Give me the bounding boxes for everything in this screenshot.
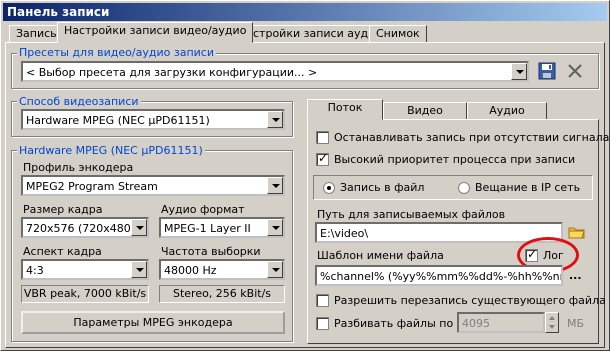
broadcast-ip-label[interactable]: Вещание в IP сеть xyxy=(475,181,580,194)
allow-overwrite-checkbox[interactable] xyxy=(316,294,329,307)
broadcast-ip-radio[interactable] xyxy=(458,182,470,194)
presets-group-label: Пресеты для видео/аудио записи xyxy=(17,46,216,59)
allow-overwrite-label[interactable]: Разрешить перезапись существующего файла xyxy=(334,294,606,307)
path-input[interactable]: E:\video\ xyxy=(315,222,563,243)
audio-format-select[interactable]: MPEG-1 Layer II xyxy=(159,217,285,238)
chevron-down-icon[interactable] xyxy=(511,63,527,80)
sample-rate-select[interactable]: 48000 Hz xyxy=(159,259,285,280)
aspect-select[interactable]: 4:3 xyxy=(21,259,149,280)
close-x-icon[interactable] xyxy=(566,62,584,80)
template-label: Шаблон имени файла xyxy=(317,249,444,262)
tab-stream[interactable]: Поток xyxy=(307,99,383,120)
chevron-down-icon[interactable] xyxy=(267,111,283,128)
video-bitrate-info: VBR peak, 7000 kBit/s xyxy=(21,285,149,303)
capture-method-group-label: Способ видеозаписи xyxy=(17,95,141,108)
aspect-value: 4:3 xyxy=(26,264,44,277)
preset-select[interactable]: < Выбор пресета для загрузки конфигураци… xyxy=(21,61,529,82)
window-title: Панель записи xyxy=(3,3,607,21)
tab-snapshot[interactable]: Снимок xyxy=(369,25,427,43)
split-size-input[interactable]: 4095 xyxy=(457,312,545,333)
path-label: Путь для записываемых файлов xyxy=(317,208,506,221)
encoder-profile-value: MPEG2 Program Stream xyxy=(26,180,158,193)
audio-format-value: MPEG-1 Layer II xyxy=(164,222,251,235)
tab-record[interactable]: Запись xyxy=(9,25,64,43)
split-unit-label: МБ xyxy=(567,317,585,330)
split-files-checkbox[interactable] xyxy=(316,317,329,330)
hw-mpeg-group-label: Hardware MPEG (NEC µPD61151) xyxy=(17,144,205,157)
tab-video[interactable]: Видео xyxy=(383,102,467,120)
preset-select-value: < Выбор пресета для загрузки конфигураци… xyxy=(26,66,318,79)
capture-method-select[interactable]: Hardware MPEG (NEC µPD61151) xyxy=(21,109,285,130)
record-to-file-label[interactable]: Запись в файл xyxy=(340,181,424,194)
split-files-label[interactable]: Разбивать файлы по xyxy=(334,317,453,330)
chevron-down-icon[interactable] xyxy=(131,219,147,236)
sample-rate-value: 48000 Hz xyxy=(164,264,217,277)
mpeg-encoder-params-button[interactable]: Параметры MPEG энкодера xyxy=(21,311,285,334)
split-size-spinner[interactable] xyxy=(545,312,559,333)
aspect-label: Аспект кадра xyxy=(23,245,102,258)
stop-on-no-signal-label[interactable]: Останавливать запись при отсутствии сигн… xyxy=(334,131,609,144)
sample-rate-label: Частота выборки xyxy=(161,245,261,258)
high-priority-checkbox[interactable] xyxy=(316,151,329,166)
floppy-save-icon[interactable] xyxy=(538,62,556,80)
tab-audio[interactable]: Аудио xyxy=(467,102,547,120)
audio-format-label: Аудио формат xyxy=(161,203,245,216)
stop-on-no-signal-checkbox[interactable] xyxy=(316,131,329,144)
encoder-profile-select[interactable]: MPEG2 Program Stream xyxy=(21,175,285,196)
high-priority-label[interactable]: Высокий приоритет процесса при записи xyxy=(334,153,575,166)
encoder-profile-label: Профиль энкодера xyxy=(23,161,134,174)
filename-template-input[interactable]: %channel% (%yy%%mm%%dd%-%hh%%nn% xyxy=(315,265,563,286)
chevron-down-icon[interactable] xyxy=(267,261,283,278)
record-to-file-radio[interactable] xyxy=(323,182,335,194)
frame-size-value: 720x576 (720x480) xyxy=(26,222,136,235)
chevron-down-icon[interactable] xyxy=(267,219,283,236)
folder-icon[interactable] xyxy=(568,223,586,241)
chevron-down-icon[interactable] xyxy=(267,177,283,194)
tab-audio-settings[interactable]: Настройки записи аудио xyxy=(231,25,389,43)
audio-bitrate-info: Stereo, 256 kBit/s xyxy=(159,285,285,303)
recording-panel-window: Панель записи Запись Настройки записи ви… xyxy=(0,0,610,351)
tab-video-audio-settings[interactable]: Настройки записи видео/аудио xyxy=(57,22,254,43)
chevron-down-icon[interactable] xyxy=(131,261,147,278)
spin-up-icon[interactable] xyxy=(549,316,555,320)
frame-size-label: Размер кадра xyxy=(23,203,103,216)
template-more-button[interactable]: ... xyxy=(569,269,582,282)
frame-size-select[interactable]: 720x576 (720x480) xyxy=(21,217,149,238)
capture-method-value: Hardware MPEG (NEC µPD61151) xyxy=(26,114,210,127)
spin-down-icon[interactable] xyxy=(549,325,555,329)
